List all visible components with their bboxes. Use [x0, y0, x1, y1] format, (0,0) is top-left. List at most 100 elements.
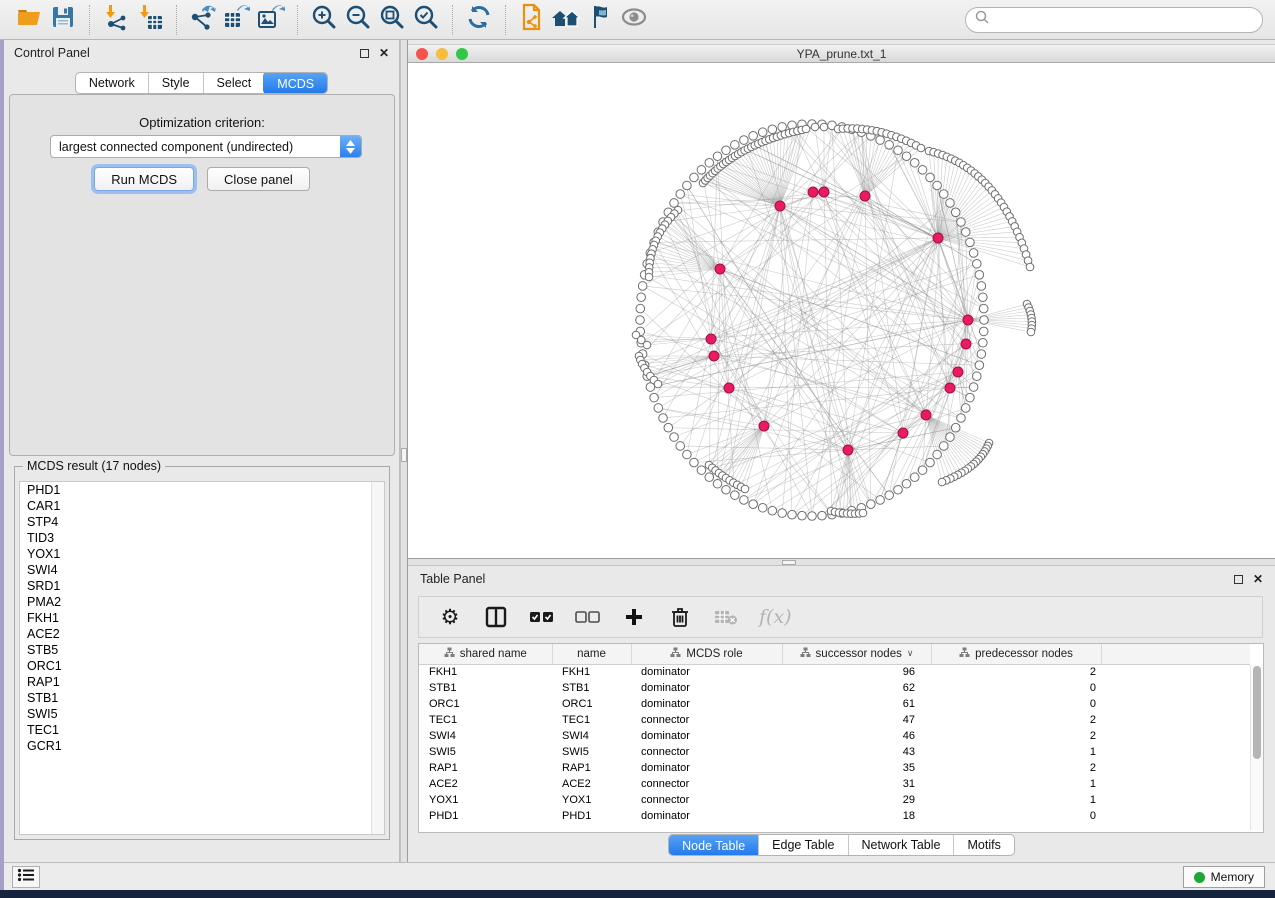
- graph-node[interactable]: [731, 141, 740, 150]
- mcds-result-item[interactable]: RAP1: [20, 674, 384, 690]
- graph-node[interactable]: [697, 466, 706, 475]
- tab-style[interactable]: Style: [148, 73, 203, 93]
- tab-network[interactable]: Network: [76, 73, 148, 93]
- show-all-networks-button[interactable]: [549, 4, 583, 36]
- table-scrollbar[interactable]: [1250, 665, 1263, 830]
- add-column-icon[interactable]: [621, 604, 647, 630]
- graph-node[interactable]: [918, 166, 927, 175]
- zoom-fit-button[interactable]: [375, 4, 409, 36]
- column-header[interactable]: successor nodes∨: [782, 644, 931, 664]
- graph-node[interactable]: [957, 218, 966, 227]
- tab-mcds[interactable]: MCDS: [263, 72, 328, 94]
- graph-node[interactable]: [670, 433, 679, 442]
- graph-node[interactable]: [820, 123, 828, 131]
- tab-node-table[interactable]: Node Table: [668, 834, 759, 856]
- column-header[interactable]: MCDS role: [631, 644, 782, 664]
- clear-selection-icon[interactable]: [575, 604, 601, 630]
- graph-node[interactable]: [876, 136, 885, 145]
- graph-node[interactable]: [867, 500, 876, 509]
- list-scrollbar[interactable]: [371, 482, 384, 834]
- memory-button[interactable]: Memory: [1183, 866, 1265, 888]
- graph-node[interactable]: [676, 190, 685, 199]
- mcds-result-item[interactable]: STP4: [20, 514, 384, 530]
- graph-node[interactable]: [713, 152, 722, 161]
- graph-node[interactable]: [946, 433, 955, 442]
- vertical-splitter[interactable]: [400, 40, 408, 862]
- open-session-button[interactable]: [12, 4, 46, 36]
- graph-hub-node[interactable]: [898, 428, 908, 438]
- graph-node[interactable]: [966, 393, 975, 402]
- mcds-result-item[interactable]: SWI5: [20, 706, 384, 722]
- graph-node[interactable]: [676, 442, 685, 451]
- graph-node[interactable]: [966, 238, 975, 247]
- graph-hub-node[interactable]: [953, 367, 963, 377]
- graph-node[interactable]: [722, 146, 731, 155]
- float-panel-icon[interactable]: [1234, 575, 1243, 584]
- splitter-handle[interactable]: [782, 560, 796, 565]
- graph-node[interactable]: [977, 282, 986, 291]
- mcds-result-item[interactable]: TEC1: [20, 722, 384, 738]
- graph-node[interactable]: [980, 316, 989, 325]
- graph-node[interactable]: [969, 383, 978, 392]
- delete-column-icon[interactable]: [667, 604, 693, 630]
- graph-node[interactable]: [650, 393, 659, 402]
- table-row[interactable]: PHD1PHD1dominator180: [419, 808, 1250, 824]
- import-table-button[interactable]: [133, 4, 167, 36]
- splitter-handle[interactable]: [401, 448, 407, 462]
- graph-node[interactable]: [977, 350, 986, 359]
- graph-node[interactable]: [972, 372, 981, 381]
- zoom-out-button[interactable]: [341, 4, 375, 36]
- graph-node[interactable]: [758, 503, 767, 512]
- mcds-result-item[interactable]: STB1: [20, 690, 384, 706]
- graph-node[interactable]: [957, 414, 966, 423]
- horizontal-splitter[interactable]: [408, 558, 1275, 566]
- graph-node[interactable]: [876, 496, 885, 505]
- graph-node[interactable]: [939, 442, 948, 451]
- import-network-button[interactable]: [99, 4, 133, 36]
- graph-node[interactable]: [961, 404, 970, 413]
- graph-node[interactable]: [933, 181, 942, 190]
- tab-network-table[interactable]: Network Table: [848, 835, 954, 855]
- graph-hub-node[interactable]: [961, 339, 971, 349]
- mcds-result-item[interactable]: FKH1: [20, 610, 384, 626]
- close-panel-icon[interactable]: ✕: [1253, 575, 1263, 584]
- graph-node[interactable]: [910, 158, 919, 167]
- graph-node[interactable]: [951, 423, 960, 432]
- graph-hub-node[interactable]: [819, 187, 829, 197]
- graph-node[interactable]: [811, 123, 819, 131]
- graph-node[interactable]: [885, 491, 894, 500]
- graph-node[interactable]: [731, 491, 740, 500]
- graph-hub-node[interactable]: [775, 201, 785, 211]
- graph-node[interactable]: [636, 304, 645, 313]
- graph-hub-node[interactable]: [706, 334, 716, 344]
- export-network-button[interactable]: [186, 4, 220, 36]
- graph-node[interactable]: [979, 304, 988, 313]
- mcds-result-item[interactable]: PHD1: [20, 482, 384, 498]
- graph-node[interactable]: [902, 152, 911, 161]
- graph-hub-node[interactable]: [860, 191, 870, 201]
- graph-node[interactable]: [664, 423, 673, 432]
- graph-node[interactable]: [758, 128, 767, 137]
- task-history-button[interactable]: [12, 866, 40, 888]
- select-all-icon[interactable]: [529, 604, 555, 630]
- graph-node[interactable]: [749, 500, 758, 509]
- graph-node[interactable]: [740, 136, 749, 145]
- mcds-result-item[interactable]: CAR1: [20, 498, 384, 514]
- graph-node[interactable]: [683, 181, 692, 190]
- graph-node[interactable]: [740, 496, 749, 505]
- graph-node[interactable]: [697, 166, 706, 175]
- graph-node[interactable]: [654, 380, 662, 388]
- graph-node[interactable]: [1027, 328, 1035, 336]
- graph-node[interactable]: [643, 341, 651, 349]
- graph-node[interactable]: [910, 473, 919, 482]
- graph-hub-node[interactable]: [933, 233, 943, 243]
- graph-node[interactable]: [902, 479, 911, 488]
- zoom-selected-button[interactable]: [409, 4, 443, 36]
- mcds-result-item[interactable]: GCR1: [20, 738, 384, 754]
- graph-node[interactable]: [859, 509, 867, 517]
- export-image-button[interactable]: [254, 4, 288, 36]
- graph-node[interactable]: [818, 511, 827, 520]
- column-layout-icon[interactable]: [483, 604, 509, 630]
- show-hide-button[interactable]: [617, 4, 651, 36]
- tab-select[interactable]: Select: [203, 73, 265, 93]
